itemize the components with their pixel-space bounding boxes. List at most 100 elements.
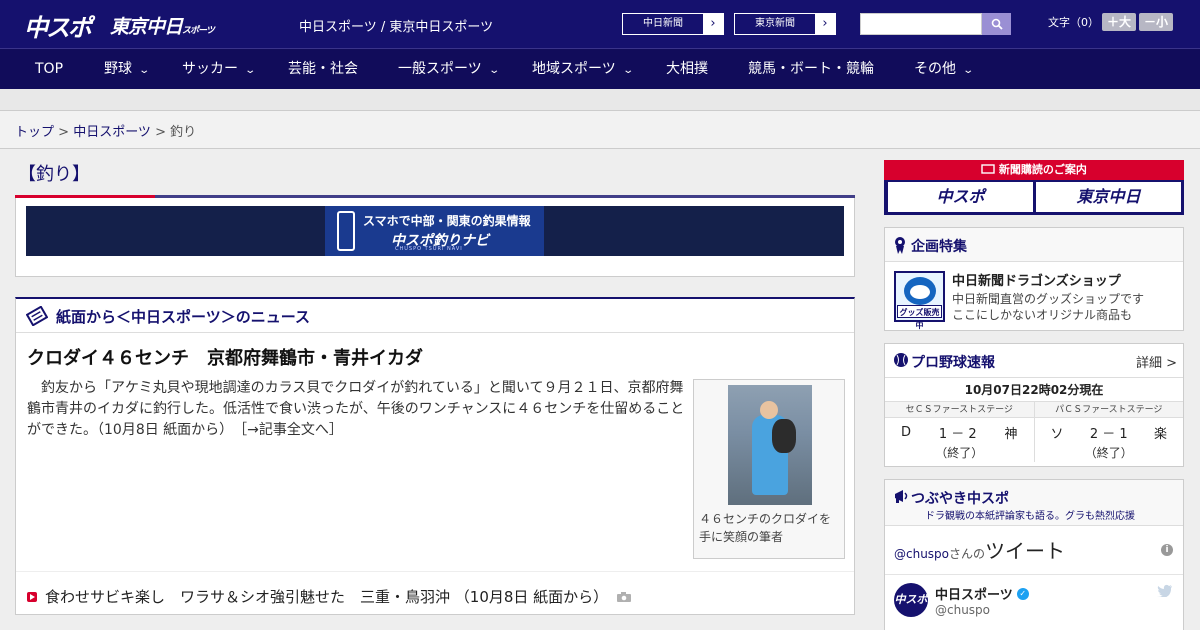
chunichi-shimbun-label: 中日新聞	[643, 18, 683, 29]
chevron-down-icon: ⌄	[622, 65, 634, 76]
nav-item-regional-sports[interactable]: 地域スポーツ ⌄	[532, 49, 634, 90]
list-item[interactable]: 食わせサビキ楽し ワラサ＆シオ強引魅せた 三重・鳥羽沖 （10月8日 紙面から）	[27, 586, 632, 607]
subscribe-title-text: 新聞購読のご案内	[998, 163, 1087, 176]
font-size-up-button[interactable]: ＋大	[1102, 13, 1137, 31]
breadcrumb: トップ > 中日スポーツ > 釣り	[15, 121, 196, 140]
article-body: 釣友から「アケミ丸貝や現地調達のカラス貝でクロダイが釣れている」と聞いて９月２１…	[27, 378, 687, 441]
news-divider	[16, 571, 854, 572]
tweet-embed-title: @chuspoさんのツイート	[894, 535, 1065, 564]
feature-title[interactable]: 中日新聞ドラゴンズショップ	[952, 270, 1121, 289]
nav-item-label: 芸能・社会	[288, 61, 358, 77]
score-header: プロ野球速報 詳細 >	[885, 344, 1183, 378]
breadcrumb-parent[interactable]: 中日スポーツ	[73, 125, 151, 140]
sub-news-title: 食わせサビキ楽し ワラサ＆シオ強引魅せた 三重・鳥羽沖 （10月8日 紙面から）	[45, 588, 609, 606]
score-timestamp: 10月07日22時02分現在	[885, 378, 1183, 402]
news-heading: 紙面から＜中日スポーツ＞のニュース	[56, 308, 310, 326]
article-full-link[interactable]: ［→記事全文へ］	[240, 422, 343, 438]
tweet-handle-link[interactable]: @chuspo	[894, 547, 949, 561]
breadcrumb-home[interactable]: トップ	[15, 125, 54, 140]
megaphone-icon	[895, 490, 908, 503]
breadcrumb-current: 釣り	[170, 125, 197, 140]
game-away-team: 神	[1004, 426, 1018, 442]
game-home-team: ソ	[1050, 426, 1064, 442]
banner-inner: スマホで中部・関東の釣果情報 中スポ釣りナビ CHUSPO TSURI NAVI	[325, 206, 544, 256]
chevron-down-icon: ⌄	[244, 65, 257, 76]
article-text: 釣友から「アケミ丸貝や現地調達のカラス貝でクロダイが釣れている」と聞いて９月２１…	[27, 380, 685, 438]
game-card[interactable]: セＣＳファーストステージ D 1 － 2 神 （終了）	[885, 402, 1035, 462]
baseball-icon	[894, 353, 908, 367]
score-detail-link[interactable]: 詳細 >	[1136, 352, 1177, 371]
tokyo-shimbun-button[interactable]: 東京新聞 ›	[734, 13, 836, 35]
news-header: 紙面から＜中日スポーツ＞のニュース	[16, 299, 854, 333]
nav-item-soccer[interactable]: サッカー ⌄	[182, 49, 257, 90]
site-link-tokyo-chunichi-sports[interactable]: 東京中日スポーツ	[389, 20, 493, 35]
game-status: （終了）	[935, 446, 984, 460]
nav-item-general-sports[interactable]: 一般スポーツ ⌄	[398, 49, 500, 90]
dragons-shop-image[interactable]: グッズ販売中	[894, 271, 945, 330]
article-title[interactable]: クロダイ４６センチ 京都府舞鶴市・青井イカダ	[27, 344, 423, 370]
font-size-down-button[interactable]: －小	[1139, 13, 1174, 31]
nav-item-label: サッカー	[182, 61, 238, 77]
nav-item-sumo[interactable]: 大相撲	[666, 49, 708, 90]
font-size-control: 文字（0） ＋大 －小	[1048, 13, 1174, 31]
chevron-down-icon: ⌄	[962, 65, 975, 76]
tsuri-navi-banner[interactable]: スマホで中部・関東の釣果情報 中スポ釣りナビ CHUSPO TSURI NAVI	[26, 206, 844, 256]
photo-head	[760, 401, 778, 419]
nav-item-entertainment[interactable]: 芸能・社会	[288, 49, 358, 90]
game-score-row: ソ 2 － 1 楽	[1035, 418, 1184, 446]
banner-line3: CHUSPO TSURI NAVI	[395, 246, 463, 252]
goods-badge: グッズ販売中	[897, 305, 942, 330]
nav-item-label: 大相撲	[666, 61, 708, 77]
chevron-right-icon: ›	[815, 14, 835, 34]
score-box: プロ野球速報 詳細 > 10月07日22時02分現在 セＣＳファーストステージ …	[884, 343, 1184, 467]
newspaper-small-icon	[981, 164, 995, 174]
game-card[interactable]: パＣＳファーストステージ ソ 2 － 1 楽 （終了）	[1034, 402, 1184, 462]
photo-fish	[772, 419, 796, 453]
avatar[interactable]: 中スポ	[894, 583, 928, 617]
tokyo-chunichi-logo[interactable]: 東京中日スポーツ	[110, 12, 215, 39]
site-links: 中日スポーツ / 東京中日スポーツ	[299, 16, 493, 35]
verified-icon: ✓	[1016, 587, 1029, 600]
breadcrumb-sep: >	[150, 125, 171, 140]
article-photo[interactable]	[728, 385, 812, 505]
subscribe-chuspo-button[interactable]: 中スポ	[888, 182, 1033, 212]
feature-header: 企画特集	[885, 228, 1183, 262]
twitter-bird-icon[interactable]	[1157, 584, 1173, 597]
subscribe-tokyo-button[interactable]: 東京中日	[1036, 182, 1181, 212]
search-button[interactable]	[982, 13, 1011, 35]
search-input[interactable]	[860, 13, 982, 35]
nav-item-top[interactable]: TOP	[35, 49, 63, 90]
feature-box: 企画特集 グッズ販売中 中日新聞ドラゴンズショップ 中日新聞直営のグッズショップ…	[884, 227, 1184, 331]
info-icon[interactable]: i	[1161, 544, 1173, 556]
chuspo-logo[interactable]: 中スポ	[24, 8, 92, 43]
site-link-separator: /	[376, 20, 390, 35]
nav-item-racing[interactable]: 競馬・ボート・競輪	[748, 49, 874, 90]
nav-item-other[interactable]: その他 ⌄	[914, 49, 975, 90]
nav-item-baseball[interactable]: 野球 ⌄	[104, 49, 150, 90]
camera-icon	[617, 591, 632, 602]
mascot-face	[904, 277, 936, 305]
score-grid: セＣＳファーストステージ D 1 － 2 神 （終了） パＣＳファーストステージ…	[885, 402, 1183, 462]
tokyo-chunichi-logo-small: スポーツ	[182, 26, 215, 36]
article-photo-box: ４６センチのクロダイを手に笑顔の筆者	[693, 379, 845, 559]
tweet-account-name[interactable]: 中日スポーツ ✓	[935, 584, 1029, 603]
tweet-box: つぶやき中スポ ドラ観戦の本紙評論家も語る。グラも熱烈応援 @chuspoさんの…	[884, 479, 1184, 630]
chunichi-shimbun-button[interactable]: 中日新聞 ›	[622, 13, 724, 35]
search-icon	[991, 18, 1003, 30]
tweet-account-handle[interactable]: @chuspo	[935, 603, 990, 617]
game-status: （終了）	[1084, 446, 1133, 460]
chevron-down-icon: ⌄	[488, 65, 500, 76]
chevron-right-icon: ›	[703, 14, 723, 34]
site-link-chunichi-sports[interactable]: 中日スポーツ	[299, 20, 377, 35]
main-nav: TOP 野球 ⌄ サッカー ⌄ 芸能・社会 一般スポーツ ⌄ 地域スポーツ ⌄ 大相撲 …	[0, 48, 1200, 89]
tweet-handle-suffix: さんの	[949, 547, 986, 561]
banner-line1: スマホで中部・関東の釣果情報	[363, 214, 531, 228]
tokyo-chunichi-logo-text: 東京中日	[110, 16, 183, 38]
game-stage: セＣＳファーストステージ	[885, 402, 1034, 418]
photo-caption: ４６センチのクロダイを手に笑顔の筆者	[699, 512, 832, 544]
game-score-row: D 1 － 2 神	[885, 418, 1034, 446]
tweet-big-label: ツイート	[985, 539, 1066, 563]
feature-desc-line1: 中日新聞直営のグッズショップです	[952, 292, 1145, 306]
tokyo-shimbun-label: 東京新聞	[755, 18, 795, 29]
game-away-team: 楽	[1153, 426, 1167, 442]
